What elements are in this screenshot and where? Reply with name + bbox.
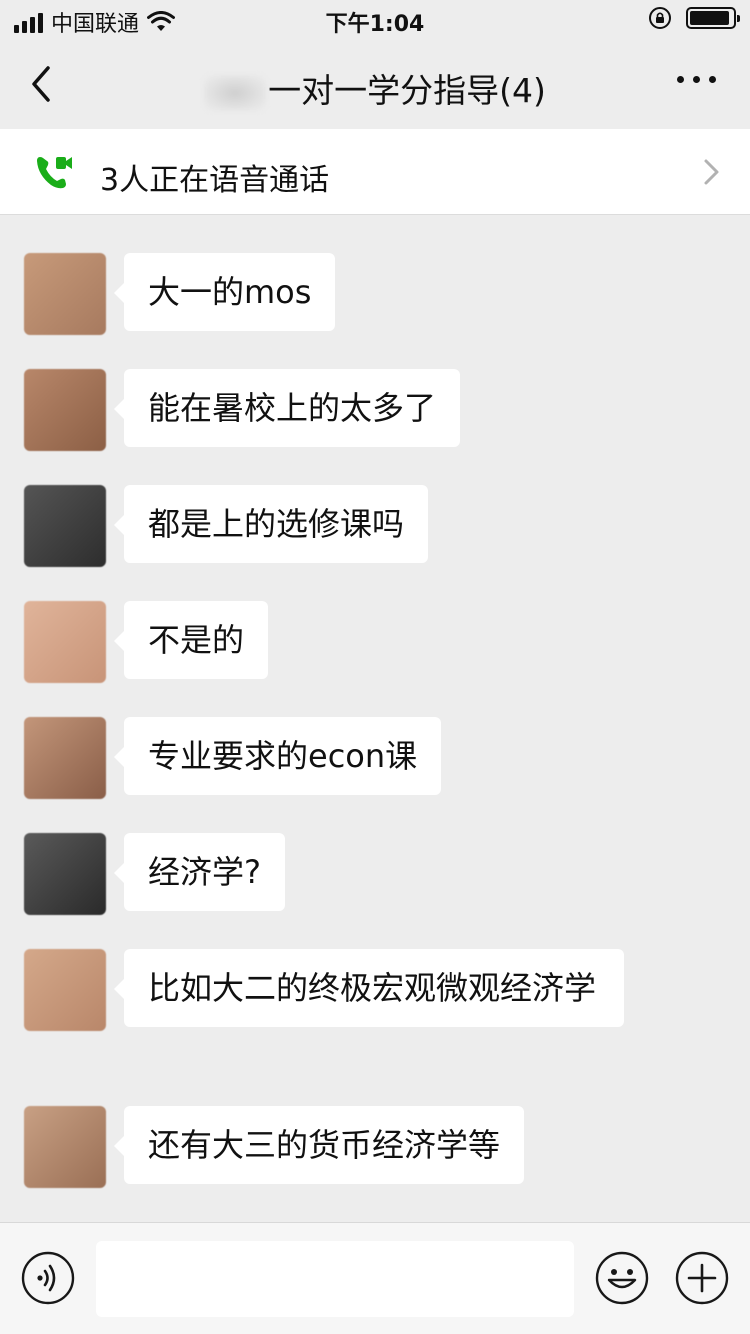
message-bubble[interactable]: 专业要求的econ课 [113,717,442,795]
voice-call-icon [37,157,72,189]
emoji-button[interactable] [594,1250,650,1306]
battery-level [690,11,729,25]
chat-title-text: 一对一学分指导(4) [268,71,546,110]
more-options-button[interactable] [677,76,716,83]
message-bubble[interactable]: 还有大三的货币经济学等 [113,1106,525,1184]
avatar[interactable] [24,485,106,567]
avatar[interactable] [24,949,106,1031]
status-bar: 中国联通 下午1:04 [0,0,750,40]
avatar[interactable] [24,833,106,915]
avatar[interactable] [24,1106,106,1188]
voice-input-button[interactable] [20,1250,76,1306]
message-bubble[interactable]: 能在暑校上的太多了 [113,369,461,447]
message-bubble[interactable]: 都是上的选修课吗 [113,485,429,563]
message-input[interactable] [96,1241,574,1317]
message-bubble[interactable]: 经济学? [114,833,285,911]
chevron-right-icon [704,159,719,185]
blurred-name [204,74,267,111]
avatar[interactable] [24,253,106,335]
battery-icon [686,7,740,29]
avatar[interactable] [24,717,106,799]
message-bubble[interactable]: 不是的 [113,601,269,679]
more-dot [709,76,716,83]
rotation-lock-icon [649,7,671,29]
nav-bar: 一对一学分指导(4) [0,40,750,128]
status-time: 下午1:04 [325,12,425,37]
input-bar [0,1222,750,1334]
voice-call-text: 3人正在语音通话 [100,163,330,198]
message-bubble[interactable]: 比如大二的终极宏观微观经济学 [114,949,624,1027]
more-dot [677,76,684,83]
more-dot [693,76,700,83]
voice-call-banner[interactable]: 3人正在语音通话 [0,129,750,215]
more-functions-button[interactable] [674,1250,730,1306]
status-right [648,6,740,30]
chat-title: 一对一学分指导(4) [0,64,750,112]
avatar[interactable] [24,369,106,451]
avatar[interactable] [24,601,106,683]
message-bubble[interactable]: 大一的mos [113,253,336,331]
